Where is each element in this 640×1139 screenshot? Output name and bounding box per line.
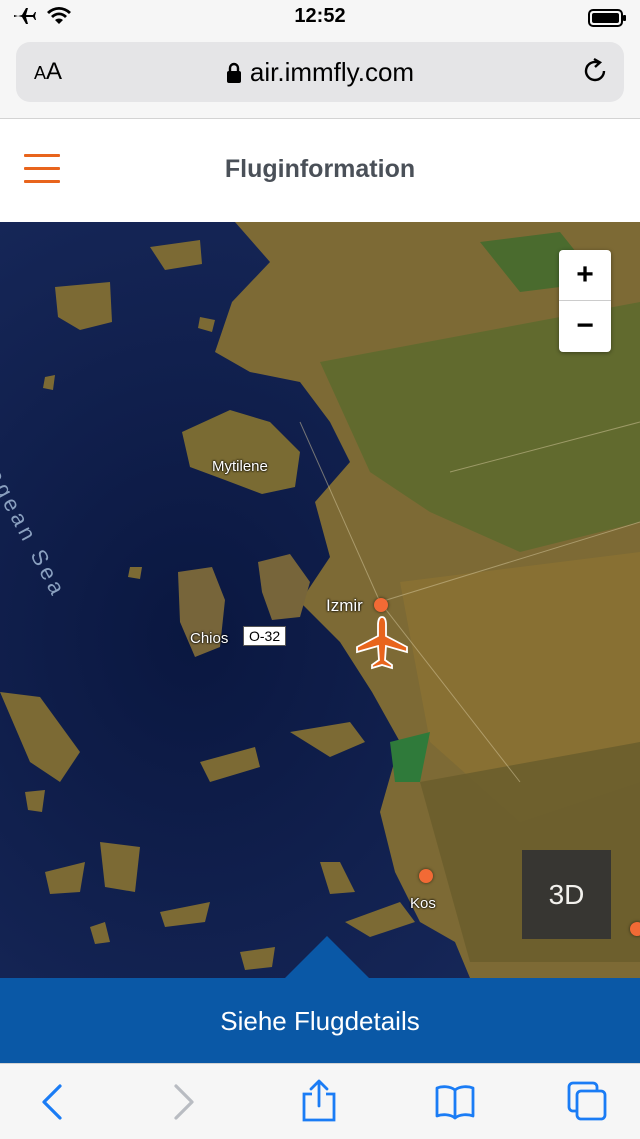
place-label-chios: Chios [190,630,229,647]
flight-details-label: Siehe Flugdetails [220,1006,420,1036]
share-icon[interactable] [300,1078,338,1126]
page-title: Fluginformation [224,155,416,183]
app-header: Fluginformation [0,119,640,222]
browser-address-area: AA air.immfly.com [0,36,640,119]
view-3d-button[interactable]: 3D [522,850,611,939]
browser-toolbar [0,1063,640,1139]
city-marker[interactable] [630,922,640,936]
tabs-icon[interactable] [566,1080,608,1126]
address-bar[interactable]: AA air.immfly.com [16,42,624,102]
flight-map[interactable]: Aegean Sea Mytilene Izmir Chios Kos O-32… [0,222,640,978]
place-label-izmir: Izmir [326,596,363,615]
zoom-in-button[interactable]: + [559,250,611,300]
forward-icon[interactable] [170,1082,198,1126]
place-label-mytilene: Mytilene [212,458,268,475]
lock-icon [226,60,242,91]
reload-icon[interactable] [580,56,610,90]
zoom-control: + − [559,250,611,352]
zoom-out-button[interactable]: − [559,301,611,351]
battery-icon [588,8,628,32]
back-icon[interactable] [38,1082,66,1126]
route-badge: O-32 [243,626,287,646]
city-marker[interactable] [419,869,433,883]
url-text: air.immfly.com [249,57,415,87]
city-marker-izmir[interactable] [374,598,388,612]
details-tab-notch[interactable] [285,936,369,978]
status-time: 12:52 [294,5,346,27]
status-bar: 12:52 [0,0,640,36]
url-display[interactable]: air.immfly.com [16,57,624,91]
plane-icon [354,614,410,674]
place-label-kos: Kos [410,895,436,912]
flight-details-bar[interactable]: Siehe Flugdetails [0,978,640,1063]
bookmarks-icon[interactable] [434,1084,476,1124]
